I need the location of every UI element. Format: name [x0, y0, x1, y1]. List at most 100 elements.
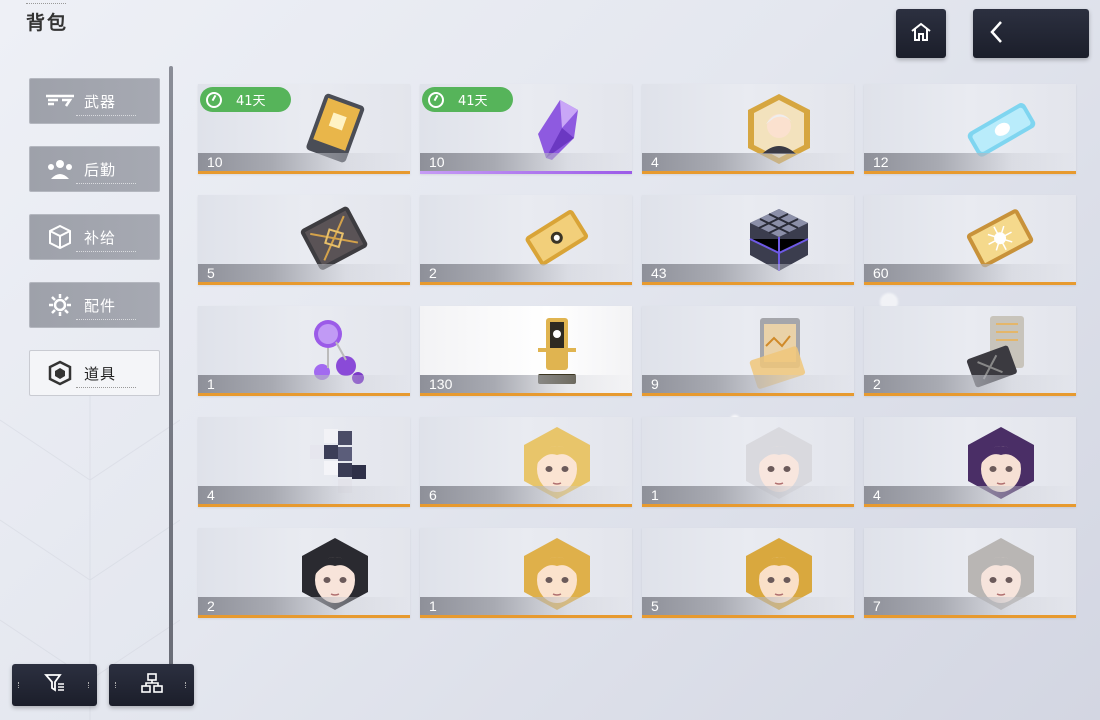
sidebar-scroll-rail [169, 66, 173, 666]
sidebar-item-logistics[interactable]: 后勤 [29, 146, 160, 192]
logistics-icon [44, 156, 76, 182]
inventory-item-card[interactable]: 1 [198, 306, 410, 396]
inventory-item-card[interactable]: 12 [864, 84, 1076, 174]
sidebar-item-supply[interactable]: 补给 [29, 214, 160, 260]
inventory-grid: 41天 10 41天 10 4 12 5 2 43 60 1 130 9 2 4 6 1 4 2 1 5 [198, 84, 1076, 618]
sidebar-item-items[interactable]: 道具 [29, 350, 160, 396]
quantity-bar [864, 597, 1076, 615]
label-decoration [76, 251, 136, 253]
quantity-bar [420, 486, 632, 504]
button-decoration [88, 682, 91, 688]
rarity-stripe [198, 282, 410, 285]
item-cube-icon [44, 360, 76, 386]
rarity-stripe [864, 393, 1076, 396]
inventory-item-card[interactable]: 130 [420, 306, 632, 396]
item-quantity: 5 [651, 598, 659, 614]
quantity-bar [420, 597, 632, 615]
item-quantity: 9 [651, 376, 659, 392]
inventory-item-card[interactable]: 2 [864, 306, 1076, 396]
item-quantity: 6 [429, 487, 437, 503]
inventory-item-card[interactable]: 60 [864, 195, 1076, 285]
supply-cube-icon [44, 224, 76, 250]
rarity-stripe [864, 615, 1076, 618]
back-arrow-icon [989, 20, 1003, 48]
item-quantity: 2 [207, 598, 215, 614]
item-quantity: 10 [207, 154, 223, 170]
title-decoration [26, 3, 66, 6]
rarity-stripe [864, 282, 1076, 285]
item-quantity: 130 [429, 376, 453, 392]
sort-hierarchy-icon [140, 672, 163, 698]
button-decoration [18, 682, 21, 688]
home-button[interactable] [896, 9, 946, 58]
item-quantity: 2 [429, 265, 437, 281]
filter-button[interactable] [12, 664, 97, 706]
sidebar-item-label: 武器 [84, 92, 117, 111]
rarity-stripe [198, 504, 410, 507]
expiry-timer-text: 41天 [236, 94, 266, 109]
rarity-stripe [420, 615, 632, 618]
filter-icon [43, 672, 66, 698]
rarity-stripe [420, 282, 632, 285]
rarity-stripe [642, 171, 854, 174]
back-button[interactable] [973, 9, 1089, 58]
item-quantity: 60 [873, 265, 889, 281]
inventory-item-card[interactable]: 5 [198, 195, 410, 285]
button-decoration [115, 682, 118, 688]
item-quantity: 2 [873, 376, 881, 392]
inventory-item-card[interactable]: 1 [642, 417, 854, 507]
item-quantity: 1 [207, 376, 215, 392]
quantity-bar [864, 486, 1076, 504]
parts-gear-icon [44, 292, 76, 318]
quantity-bar [864, 375, 1076, 393]
inventory-item-card[interactable]: 7 [864, 528, 1076, 618]
rarity-stripe [420, 171, 632, 174]
quantity-bar [198, 597, 410, 615]
sidebar-item-label: 道具 [84, 364, 117, 383]
inventory-item-card[interactable]: 9 [642, 306, 854, 396]
button-decoration [185, 682, 188, 688]
quantity-bar [864, 264, 1076, 282]
inventory-item-card[interactable]: 41天 10 [420, 84, 632, 174]
clock-icon [428, 91, 444, 108]
quantity-bar [864, 153, 1076, 171]
inventory-item-card[interactable]: 41天 10 [198, 84, 410, 174]
rarity-stripe [198, 171, 410, 174]
expiry-timer-badge: 41天 [200, 87, 291, 112]
sidebar-item-parts[interactable]: 配件 [29, 282, 160, 328]
inventory-item-card[interactable]: 6 [420, 417, 632, 507]
quantity-bar [642, 153, 854, 171]
sidebar-item-weapons[interactable]: 武器 [29, 78, 160, 124]
clock-icon [206, 91, 222, 108]
inventory-item-card[interactable]: 1 [420, 528, 632, 618]
item-quantity: 12 [873, 154, 889, 170]
label-decoration [76, 319, 136, 321]
inventory-item-card[interactable]: 4 [642, 84, 854, 174]
quantity-bar [198, 375, 410, 393]
quantity-bar [420, 264, 632, 282]
quantity-bar [198, 486, 410, 504]
rarity-stripe [864, 504, 1076, 507]
inventory-item-card[interactable]: 2 [420, 195, 632, 285]
inventory-item-card[interactable]: 5 [642, 528, 854, 618]
quantity-bar [642, 597, 854, 615]
label-decoration [76, 387, 136, 389]
rarity-stripe [642, 504, 854, 507]
item-quantity: 4 [651, 154, 659, 170]
rarity-stripe [420, 504, 632, 507]
sidebar-item-label: 补给 [84, 228, 117, 247]
inventory-item-card[interactable]: 4 [864, 417, 1076, 507]
item-quantity: 4 [207, 487, 215, 503]
item-quantity: 1 [429, 598, 437, 614]
quantity-bar [642, 486, 854, 504]
sort-button[interactable] [109, 664, 194, 706]
item-quantity: 4 [873, 487, 881, 503]
inventory-item-card[interactable]: 2 [198, 528, 410, 618]
label-decoration [76, 115, 136, 117]
home-icon [910, 22, 932, 46]
inventory-item-card[interactable]: 43 [642, 195, 854, 285]
rarity-stripe [642, 393, 854, 396]
rarity-stripe [420, 393, 632, 396]
quantity-bar [642, 264, 854, 282]
inventory-item-card[interactable]: 4 [198, 417, 410, 507]
